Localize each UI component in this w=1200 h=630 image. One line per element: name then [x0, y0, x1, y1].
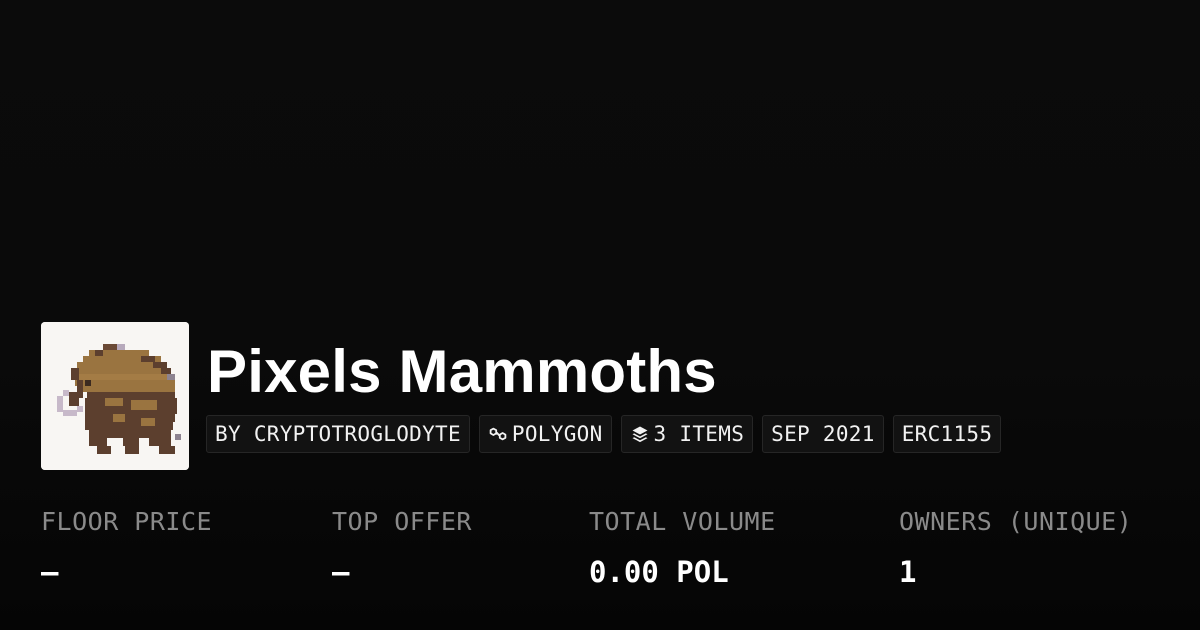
collection-avatar[interactable]: [41, 322, 189, 470]
stat-owners: OWNERS (UNIQUE) 1: [899, 504, 1132, 590]
stat-label: FLOOR PRICE: [41, 507, 213, 536]
stat-label: TOTAL VOLUME: [589, 507, 776, 536]
created-date-label: SEP 2021: [771, 422, 875, 446]
stat-label: TOP OFFER: [332, 507, 472, 536]
chain-label: POLYGON: [511, 422, 603, 446]
collection-card: Pixels Mammoths BY CRYPTOTROGLODYTE POLY…: [0, 0, 1200, 630]
collection-title: Pixels Mammoths: [207, 338, 717, 405]
creator-badge[interactable]: BY CRYPTOTROGLODYTE: [206, 415, 470, 453]
polygon-chain-icon: [488, 424, 508, 444]
creator-label: BY CRYPTOTROGLODYTE: [215, 422, 461, 446]
layers-icon: [630, 424, 650, 444]
token-standard-label: ERC1155: [901, 422, 993, 446]
items-label: 3 ITEMS: [653, 422, 745, 446]
created-date-badge[interactable]: SEP 2021: [762, 415, 884, 453]
stat-value: 1: [899, 555, 917, 589]
collection-badges: BY CRYPTOTROGLODYTE POLYGON 3 ITEMS SEP …: [206, 415, 1002, 453]
stat-floor-price: FLOOR PRICE –: [41, 504, 212, 590]
pixel-mammoth-image: [41, 322, 189, 470]
stat-value: 0.00 POL: [589, 555, 729, 589]
stat-top-offer: TOP OFFER –: [332, 504, 472, 590]
stat-total-volume: TOTAL VOLUME 0.00 POL: [589, 504, 776, 590]
stat-value: –: [332, 555, 350, 589]
items-badge[interactable]: 3 ITEMS: [620, 415, 754, 453]
stat-label: OWNERS (UNIQUE): [899, 507, 1133, 536]
token-standard-badge[interactable]: ERC1155: [892, 415, 1002, 453]
stat-value: –: [41, 555, 59, 589]
chain-badge[interactable]: POLYGON: [478, 415, 612, 453]
